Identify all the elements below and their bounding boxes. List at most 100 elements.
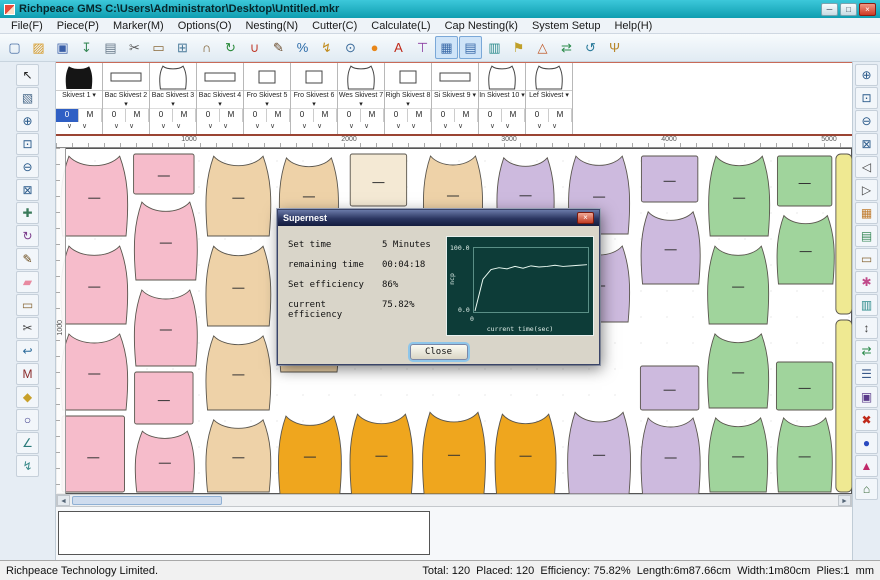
- piece-quantity[interactable]: 0M: [526, 109, 572, 122]
- maximize-button[interactable]: □: [840, 3, 857, 16]
- piece-item-1[interactable]: Skivest 1 ▾0M∨ ∨: [56, 63, 103, 134]
- scissors-icon[interactable]: ✂: [16, 317, 39, 339]
- close-button[interactable]: ×: [859, 3, 876, 16]
- piece-quantity[interactable]: 0M: [103, 109, 149, 122]
- piece-quantity[interactable]: 0M: [479, 109, 525, 122]
- prev-page-icon[interactable]: ◁: [855, 156, 878, 178]
- piece-quantity[interactable]: 0M: [338, 109, 384, 122]
- piece-quantity[interactable]: 0M: [291, 109, 337, 122]
- triangle-tool-icon[interactable]: △: [531, 36, 554, 59]
- spiral-tool-icon[interactable]: ↯: [16, 455, 39, 477]
- snapshot-icon[interactable]: ▣: [855, 386, 878, 408]
- refresh-nest-icon[interactable]: ↻: [219, 36, 242, 59]
- auto-nest-lightning-icon[interactable]: ↯: [315, 36, 338, 59]
- menu-help-h[interactable]: Help(H): [607, 20, 659, 32]
- zoom-fit-icon[interactable]: ⊠: [16, 179, 39, 201]
- piece-item-7[interactable]: Wes Skivest 7 ▾0M∨ ∨: [338, 63, 385, 134]
- hanger-icon[interactable]: ∩: [195, 36, 218, 59]
- menu-file-f[interactable]: File(F): [4, 20, 50, 32]
- list-view-icon[interactable]: ▤: [459, 36, 482, 59]
- angle-tool-icon[interactable]: ∠: [16, 432, 39, 454]
- new-document-icon[interactable]: ▢: [3, 36, 26, 59]
- piece-quantity[interactable]: 0M: [432, 109, 478, 122]
- color-pieces-icon[interactable]: ▦: [855, 202, 878, 224]
- delete-icon[interactable]: ✖: [855, 409, 878, 431]
- scrollbar-thumb[interactable]: [72, 496, 222, 505]
- piece-quantity[interactable]: 0M: [56, 109, 102, 122]
- scroll-right-icon[interactable]: ►: [838, 495, 851, 506]
- dialog-titlebar[interactable]: Supernest ×: [278, 210, 599, 226]
- swap-icon[interactable]: ⇄: [855, 340, 878, 362]
- pin-icon[interactable]: ⊤: [411, 36, 434, 59]
- trophy-icon[interactable]: Ψ: [603, 36, 626, 59]
- zoom-in-icon[interactable]: ⊕: [855, 64, 878, 86]
- report-chart-icon[interactable]: ▥: [483, 36, 506, 59]
- piece-quantity[interactable]: 0M: [244, 109, 290, 122]
- flower-icon[interactable]: ✱: [855, 271, 878, 293]
- piece-quantity[interactable]: 0M: [150, 109, 196, 122]
- dialog-close-icon[interactable]: ×: [577, 212, 594, 224]
- next-page-icon[interactable]: ▷: [855, 179, 878, 201]
- piece-item-2[interactable]: Bac Skivest 2 ▾0M∨ ∨: [103, 63, 150, 134]
- menu-cap-nesting-k[interactable]: Cap Nesting(k): [438, 20, 525, 32]
- blue-dot-icon[interactable]: ●: [855, 432, 878, 454]
- piece-item-9[interactable]: Si Skivest 9 ▾0M∨ ∨: [432, 63, 479, 134]
- scroll-left-icon[interactable]: ◄: [57, 495, 70, 506]
- list-icon[interactable]: ☰: [855, 363, 878, 385]
- eraser-icon[interactable]: ▰: [16, 271, 39, 293]
- swap-arrows-icon[interactable]: ⇄: [555, 36, 578, 59]
- home-icon[interactable]: ⌂: [855, 478, 878, 500]
- rotate-piece-icon[interactable]: ↻: [16, 225, 39, 247]
- stats-icon[interactable]: ▥: [855, 294, 878, 316]
- zoom-in-icon[interactable]: ⊕: [16, 110, 39, 132]
- piece-quantity[interactable]: 0M: [197, 109, 243, 122]
- pan-icon[interactable]: ✚: [16, 202, 39, 224]
- zoom-out-icon[interactable]: ⊖: [16, 156, 39, 178]
- piece-grid-icon[interactable]: ⊞: [171, 36, 194, 59]
- magnet-icon[interactable]: ∪: [243, 36, 266, 59]
- piece-item-3[interactable]: Bac Skivest 3 ▾0M∨ ∨: [150, 63, 197, 134]
- hook-icon[interactable]: ↩: [16, 340, 39, 362]
- box-select-icon[interactable]: ▧: [16, 87, 39, 109]
- piece-item-6[interactable]: Fro Skivest 6 ▾0M∨ ∨: [291, 63, 338, 134]
- zoom-window-icon[interactable]: ⊡: [855, 87, 878, 109]
- table-view-icon[interactable]: ▦: [435, 36, 458, 59]
- marker-m-icon[interactable]: M: [16, 363, 39, 385]
- rotate-arrows-icon[interactable]: ↺: [579, 36, 602, 59]
- pen-draw-icon[interactable]: ✎: [267, 36, 290, 59]
- measure-icon[interactable]: ▭: [16, 294, 39, 316]
- efficiency-percent-icon[interactable]: %: [291, 36, 314, 59]
- menu-nesting-n[interactable]: Nesting(N): [238, 20, 305, 32]
- cut-icon[interactable]: ✂: [123, 36, 146, 59]
- titlebar[interactable]: Richpeace GMS C:\Users\Administrator\Des…: [0, 0, 880, 18]
- horizontal-scrollbar[interactable]: ◄ ►: [56, 494, 852, 507]
- piece-quantity[interactable]: 0M: [385, 109, 431, 122]
- pencil-icon[interactable]: ✎: [16, 248, 39, 270]
- menu-piece-p[interactable]: Piece(P): [50, 20, 106, 32]
- pointer-icon[interactable]: ↖: [16, 64, 39, 86]
- save-file-icon[interactable]: ▣: [51, 36, 74, 59]
- piece-item-5[interactable]: Fro Skivest 5 ▾0M∨ ∨: [244, 63, 291, 134]
- measure-ruler-icon[interactable]: ▭: [147, 36, 170, 59]
- timer-clock-icon[interactable]: ⊙: [339, 36, 362, 59]
- piece-item-10[interactable]: In Skivest 10 ▾0M∨ ∨: [479, 63, 526, 134]
- open-file-icon[interactable]: ▨: [27, 36, 50, 59]
- marker-ball-icon[interactable]: ●: [363, 36, 386, 59]
- menu-cutter-c[interactable]: Cutter(C): [305, 20, 364, 32]
- close-button[interactable]: Close: [410, 344, 468, 360]
- menu-options-o[interactable]: Options(O): [171, 20, 239, 32]
- zoom-out-icon[interactable]: ⊖: [855, 110, 878, 132]
- fabric-icon[interactable]: ▤: [855, 225, 878, 247]
- print-icon[interactable]: ▤: [99, 36, 122, 59]
- menu-calculate-l[interactable]: Calculate(L): [364, 20, 437, 32]
- ruler-icon[interactable]: ▭: [855, 248, 878, 270]
- zoom-window-icon[interactable]: ⊡: [16, 133, 39, 155]
- zoom-all-icon[interactable]: ⊠: [855, 133, 878, 155]
- flag-icon[interactable]: ⚑: [507, 36, 530, 59]
- text-label-a-icon[interactable]: A: [387, 36, 410, 59]
- menu-marker-m[interactable]: Marker(M): [106, 20, 171, 32]
- circle-tool-icon[interactable]: ○: [16, 409, 39, 431]
- arrow-up-icon[interactable]: ▲: [855, 455, 878, 477]
- piece-item-4[interactable]: Bac Skivest 4 ▾0M∨ ∨: [197, 63, 244, 134]
- piece-item-partial[interactable]: Lef Skivest ▾0M∨ ∨: [526, 63, 573, 134]
